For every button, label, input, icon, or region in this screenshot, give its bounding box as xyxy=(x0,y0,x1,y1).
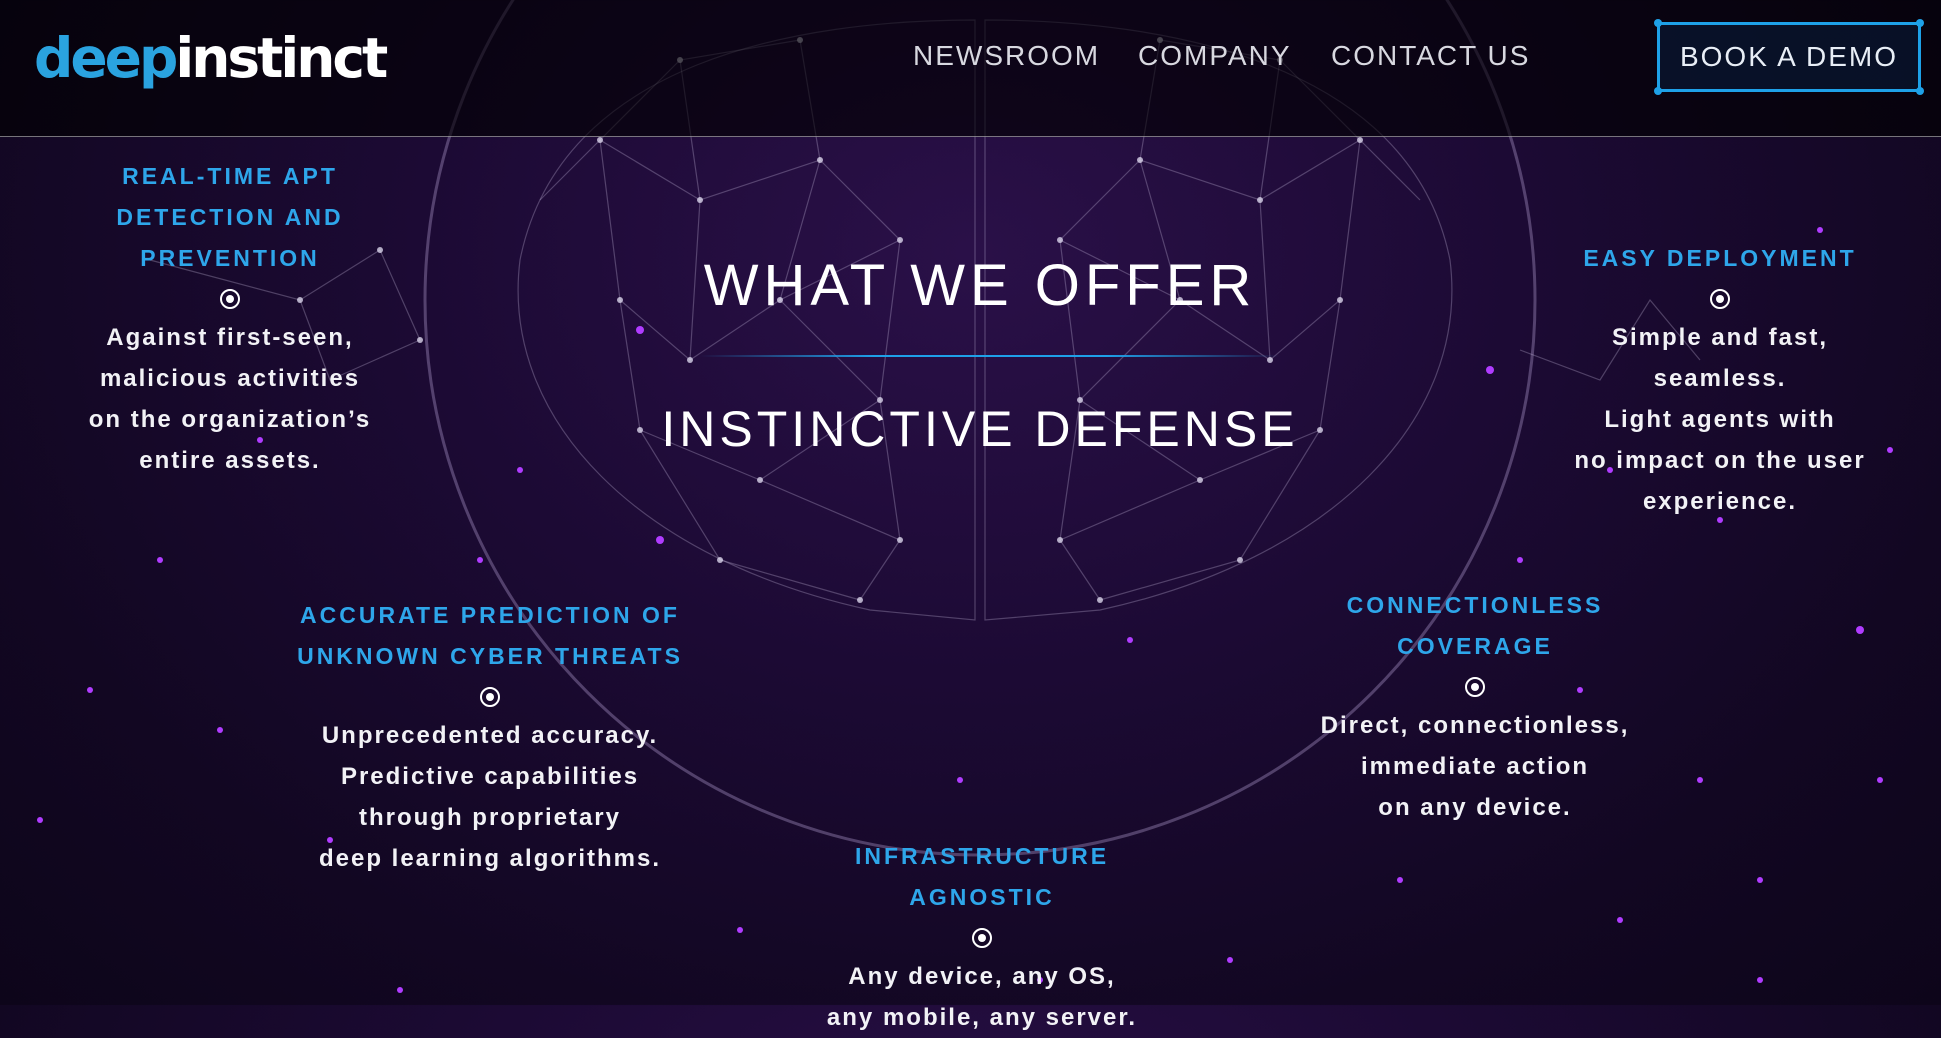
feature-description: Direct, connectionless, immediate action… xyxy=(1320,712,1630,821)
nav-link-company[interactable]: COMPANY xyxy=(1138,40,1292,72)
feature-description: Unprecedented accuracy. Predictive capab… xyxy=(318,722,662,872)
nav-link-newsroom[interactable]: NEWSROOM xyxy=(913,40,1100,72)
feature-title: REAL-TIME APT DETECTION AND PREVENTION xyxy=(116,163,344,271)
corner-dot-icon xyxy=(1654,87,1662,95)
feature-title: CONNECTIONLESS COVERAGE xyxy=(1346,592,1604,659)
target-dot-icon xyxy=(1710,289,1730,309)
book-a-demo-label: BOOK A DEMO xyxy=(1679,41,1899,72)
target-dot-icon xyxy=(480,687,500,707)
feature-infrastructure-agnostic: INFRASTRUCTURE AGNOSTIC Any device, any … xyxy=(782,836,1182,1038)
corner-dot-icon xyxy=(1916,19,1924,27)
feature-realtime-apt: REAL-TIME APT DETECTION AND PREVENTION A… xyxy=(60,156,400,481)
top-navigation-bar: deepinstinct NEWSROOM COMPANY CONTACT US… xyxy=(0,0,1941,137)
feature-title: INFRASTRUCTURE AGNOSTIC xyxy=(854,843,1110,910)
feature-description: Against first-seen, malicious activities… xyxy=(88,324,372,474)
book-a-demo-button[interactable]: BOOK A DEMO xyxy=(1654,19,1924,95)
section-title: WHAT WE OFFER xyxy=(703,253,1257,318)
feature-title: EASY DEPLOYMENT xyxy=(1583,245,1857,271)
section-subtitle: INSTINCTIVE DEFENSE xyxy=(661,401,1299,457)
feature-description: Any device, any OS, any mobile, any serv… xyxy=(826,963,1138,1031)
corner-dot-icon xyxy=(1916,87,1924,95)
feature-description: Simple and fast, seamless. Light agents … xyxy=(1574,324,1866,515)
feature-accurate-prediction: ACCURATE PREDICTION OF UNKNOWN CYBER THR… xyxy=(290,595,690,879)
corner-dot-icon xyxy=(1654,19,1662,27)
feature-title: ACCURATE PREDICTION OF UNKNOWN CYBER THR… xyxy=(297,602,683,669)
logo-part-deep: deep xyxy=(34,26,178,90)
deep-instinct-logo[interactable]: deepinstinct xyxy=(34,18,388,98)
title-divider xyxy=(700,355,1280,357)
logo-part-instinct: instinct xyxy=(175,26,388,90)
nav-link-contact-us[interactable]: CONTACT US xyxy=(1331,40,1530,72)
feature-easy-deployment: EASY DEPLOYMENT Simple and fast, seamles… xyxy=(1510,238,1930,522)
target-dot-icon xyxy=(220,289,240,309)
target-dot-icon xyxy=(1465,677,1485,697)
target-dot-icon xyxy=(972,928,992,948)
feature-connectionless-coverage: CONNECTIONLESS COVERAGE Direct, connecti… xyxy=(1310,585,1640,828)
